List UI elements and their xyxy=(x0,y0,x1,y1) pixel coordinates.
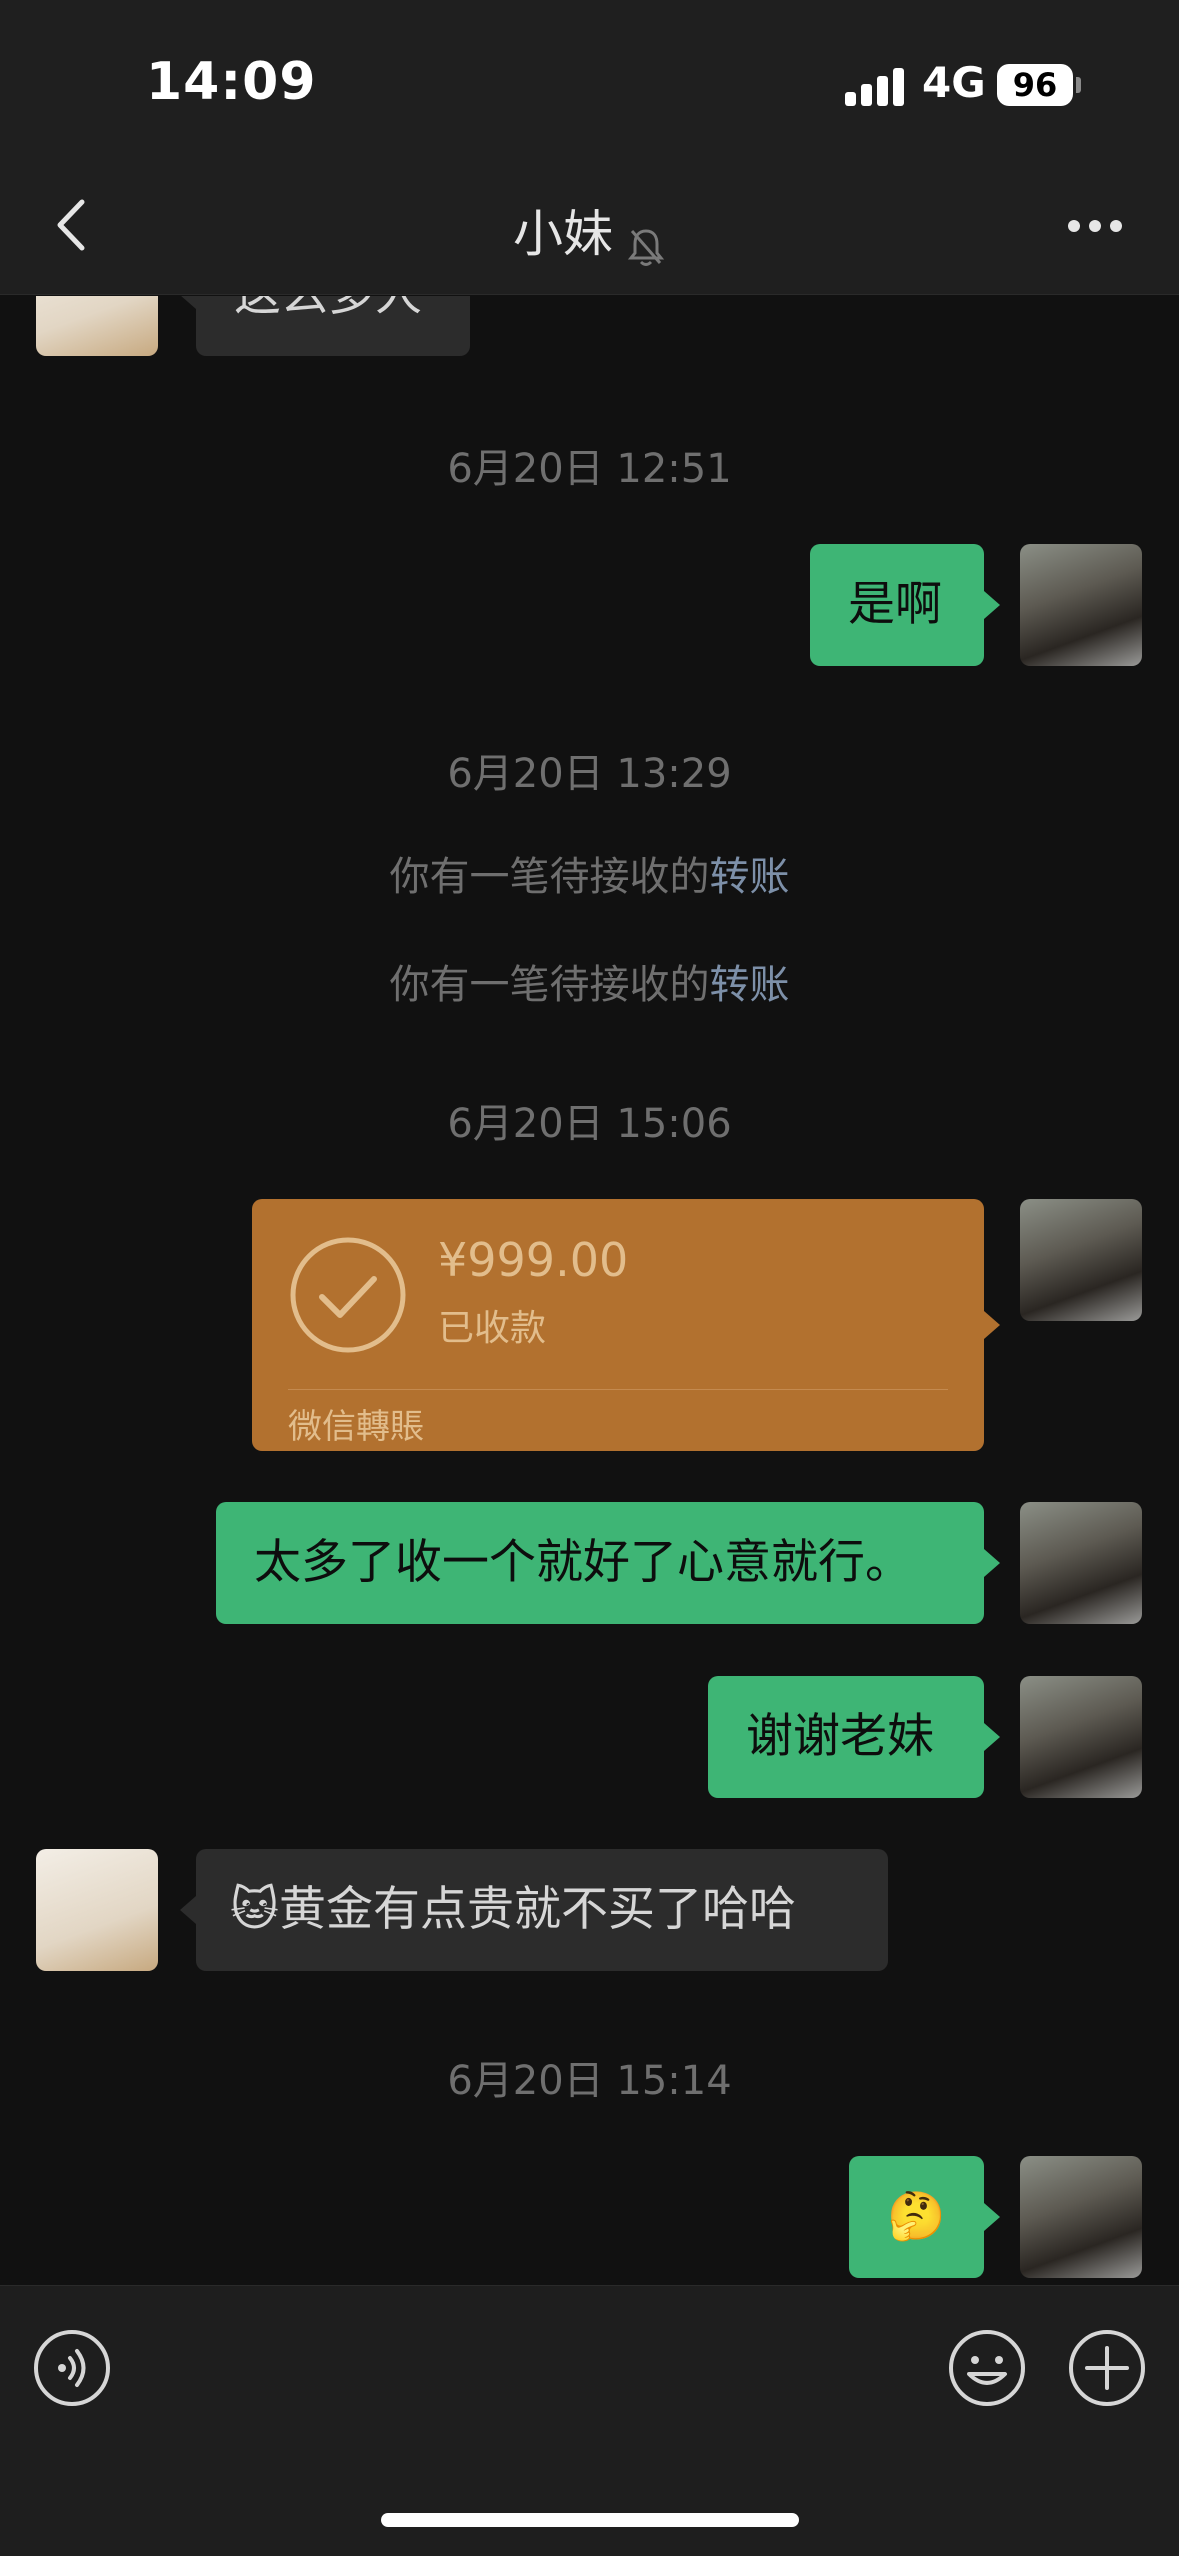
chat-screen: 14:09 4G 96 小妹 6月20日 12:51 是啊 6月20日 13:2… xyxy=(0,0,1179,2556)
contact-avatar[interactable] xyxy=(36,1849,158,1971)
system-text: 你有一笔待接收的 xyxy=(389,962,710,1008)
thinking-emoji-icon: 🤔 xyxy=(887,2189,946,2244)
message-text: 黄金有点贵就不买了哈哈 xyxy=(279,1882,796,1937)
bubble-tail xyxy=(984,591,1000,619)
signal-icon xyxy=(845,66,905,106)
my-avatar[interactable] xyxy=(1020,544,1142,666)
timestamp: 6月20日 12:51 xyxy=(447,446,732,492)
message-bubble-sent[interactable]: 🤔 xyxy=(849,2156,984,2278)
bubble-tail xyxy=(984,1549,1000,1577)
message-bubble-sent[interactable]: 是啊 xyxy=(810,544,984,666)
cat-emoji-icon: 🐱 xyxy=(230,1882,279,1937)
plus-icon[interactable] xyxy=(1067,2328,1147,2408)
message-text: 谢谢老妹 xyxy=(746,1709,934,1764)
my-avatar[interactable] xyxy=(1020,1676,1142,1798)
nav-bar: 小妹 xyxy=(0,160,1179,295)
transfer-footer: 微信轉賬 xyxy=(288,1407,424,1447)
bubble-tail xyxy=(984,2203,1000,2231)
system-message: 你有一笔待接收的转账 xyxy=(0,844,1179,902)
message-bubble-sent[interactable]: 太多了收一个就好了心意就行。 xyxy=(216,1502,984,1624)
timestamp: 6月20日 15:06 xyxy=(447,1101,732,1147)
contact-avatar[interactable] xyxy=(36,296,158,356)
check-circle-icon xyxy=(290,1237,406,1353)
divider xyxy=(288,1389,948,1390)
status-bar: 14:09 4G 96 xyxy=(0,0,1179,160)
transfer-link[interactable]: 转账 xyxy=(710,854,790,900)
message-bubble-sent[interactable]: 谢谢老妹 xyxy=(708,1676,984,1798)
my-avatar[interactable] xyxy=(1020,2156,1142,2278)
timestamp: 6月20日 13:29 xyxy=(447,751,732,797)
my-avatar[interactable] xyxy=(1020,1502,1142,1624)
voice-icon[interactable] xyxy=(32,2328,112,2408)
message-text: 太多了收一个就好了心意就行。 xyxy=(254,1535,912,1590)
home-indicator[interactable] xyxy=(381,2513,799,2527)
message-bubble-received[interactable]: 这么多人 xyxy=(196,296,470,356)
more-options-icon[interactable] xyxy=(1060,200,1130,250)
message-list[interactable]: 这么多人 6月20日 12:51 是啊 6月20日 13:29 你有一笔待接收的… xyxy=(0,296,1179,2284)
mute-bell-icon xyxy=(627,228,665,266)
my-avatar[interactable] xyxy=(1020,1199,1142,1321)
bubble-tail xyxy=(180,296,196,309)
network-type: 4G xyxy=(922,58,986,107)
message-text: 这么多人 xyxy=(234,296,422,322)
transfer-status: 已收款 xyxy=(438,1308,547,1349)
bubble-tail xyxy=(180,1896,196,1924)
message-text: 是啊 xyxy=(848,577,942,632)
system-text: 你有一笔待接收的 xyxy=(389,854,710,900)
emoji-icon[interactable] xyxy=(947,2328,1027,2408)
status-time: 14:09 xyxy=(146,52,317,112)
transfer-card[interactable]: ¥999.00 已收款 微信轉賬 xyxy=(252,1199,984,1451)
system-message: 你有一笔待接收的转账 xyxy=(0,952,1179,1010)
message-bubble-received[interactable]: 🐱黄金有点贵就不买了哈哈 xyxy=(196,1849,888,1971)
battery-tip xyxy=(1076,77,1081,93)
bubble-tail xyxy=(984,1723,1000,1751)
message-input[interactable] xyxy=(146,2308,906,2428)
chat-title: 小妹 xyxy=(0,194,1179,269)
transfer-link[interactable]: 转账 xyxy=(710,962,790,1008)
transfer-amount: ¥999.00 xyxy=(438,1233,629,1287)
contact-name: 小妹 xyxy=(512,205,613,263)
bubble-tail xyxy=(984,1311,1000,1339)
battery-icon: 96 xyxy=(997,64,1073,106)
timestamp: 6月20日 15:14 xyxy=(447,2058,732,2104)
